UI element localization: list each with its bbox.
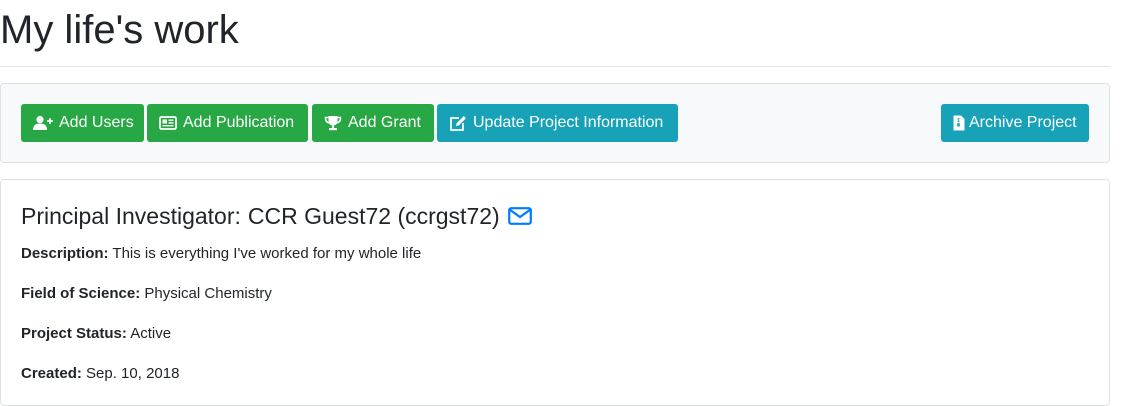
project-toolbar: Add Users Add Publication Add Grant Upda… (0, 83, 1110, 163)
description-value: This is everything I've worked for my wh… (112, 245, 422, 262)
project-status-value: Active (130, 325, 172, 342)
edit-icon (449, 115, 467, 132)
field-of-science-field: Field of Science: Physical Chemistry (21, 285, 272, 302)
project-status-label: Project Status: (21, 325, 127, 342)
project-status-field: Project Status: Active (21, 325, 171, 342)
newspaper-icon (159, 116, 177, 130)
update-project-information-button[interactable]: Update Project Information (437, 104, 678, 142)
archive-project-label: Archive Project (969, 114, 1077, 131)
add-grant-label: Add Grant (348, 114, 421, 131)
field-of-science-label: Field of Science: (21, 285, 141, 302)
trophy-icon (324, 115, 342, 131)
archive-file-icon (953, 115, 965, 131)
page-title: My life's work (0, 8, 239, 52)
description-label: Description: (21, 245, 109, 262)
update-project-information-label: Update Project Information (473, 114, 664, 131)
add-users-button[interactable]: Add Users (21, 104, 144, 142)
created-label: Created: (21, 365, 82, 382)
pi-name: CCR Guest72 (ccrgst72) (247, 202, 500, 229)
add-grant-button[interactable]: Add Grant (312, 104, 434, 142)
title-divider (0, 66, 1110, 67)
add-publication-button[interactable]: Add Publication (147, 104, 308, 142)
pi-label: Principal Investigator: (21, 202, 241, 229)
add-publication-label: Add Publication (183, 114, 295, 131)
add-users-label: Add Users (59, 114, 134, 131)
user-plus-icon (33, 115, 53, 131)
description-field: Description: This is everything I've wor… (21, 245, 421, 262)
envelope-icon[interactable] (507, 207, 532, 225)
archive-project-button[interactable]: Archive Project (941, 104, 1089, 142)
field-of-science-value: Physical Chemistry (144, 285, 272, 302)
created-value: Sep. 10, 2018 (86, 365, 180, 382)
project-details-card: Principal Investigator: CCR Guest72 (ccr… (0, 179, 1110, 406)
principal-investigator: Principal Investigator: CCR Guest72 (ccr… (21, 200, 532, 232)
created-field: Created: Sep. 10, 2018 (21, 365, 179, 382)
